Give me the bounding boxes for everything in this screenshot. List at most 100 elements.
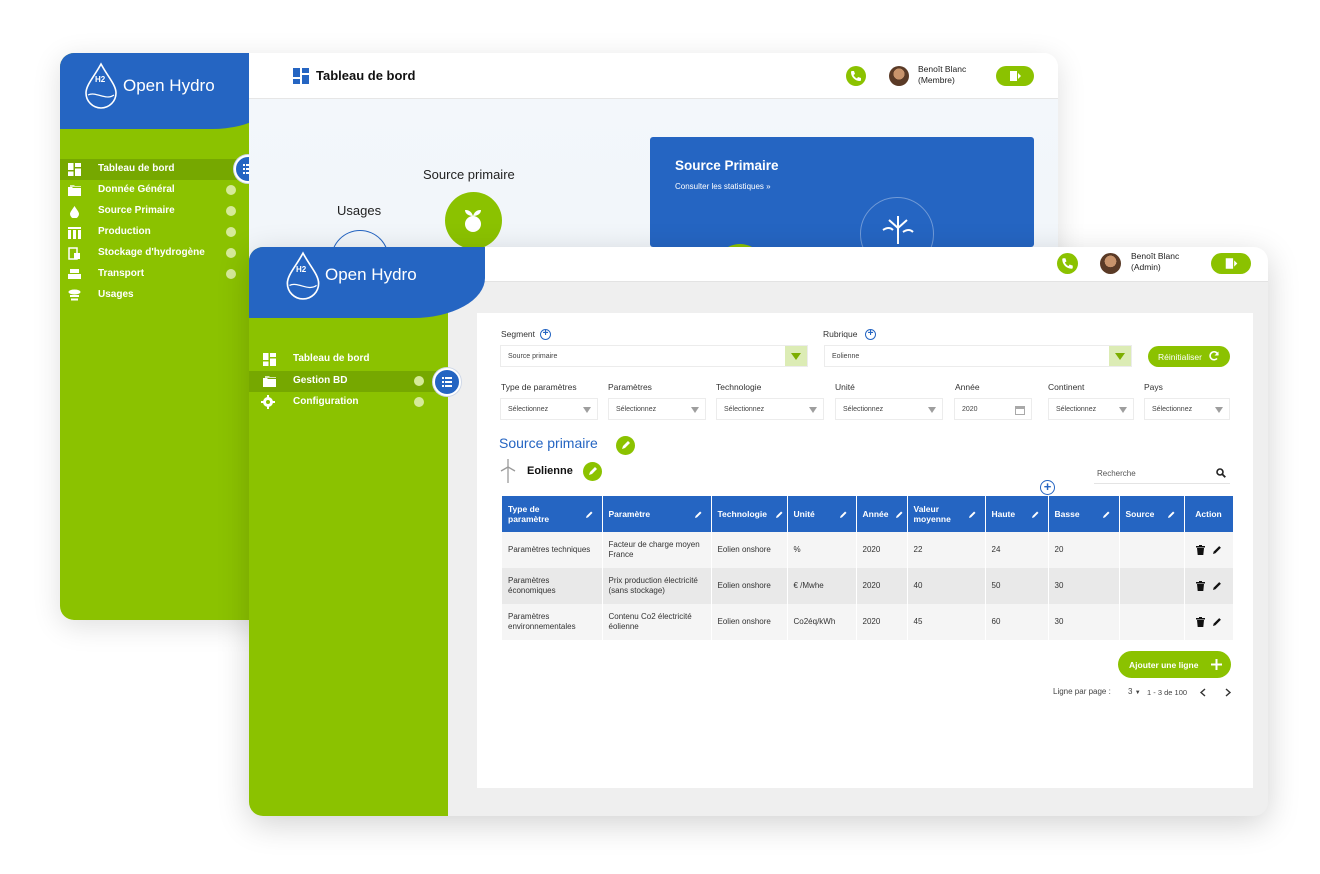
user-name: Benoît Blanc — [1131, 251, 1180, 261]
pencil-icon[interactable] — [1102, 510, 1111, 519]
source-primaire-card[interactable] — [650, 137, 1034, 247]
column-header[interactable]: Type de paramètre — [502, 496, 603, 532]
filter-select-unite[interactable]: Sélectionnez — [835, 398, 943, 420]
logo-badge: H2 — [296, 265, 307, 274]
pencil-icon[interactable] — [1212, 581, 1222, 591]
table-cell: 2020 — [856, 604, 908, 640]
table-cell: Eolien onshore — [711, 568, 788, 604]
sidebar-item-label: Tableau de bord — [98, 163, 175, 174]
table-cell: 20 — [1048, 532, 1120, 568]
add-column-icon[interactable]: + — [1040, 480, 1055, 495]
sidebar-item-source-primaire[interactable]: Source Primaire — [60, 201, 249, 222]
sidebar-item-tableau-de-bord[interactable]: Tableau de bord — [249, 349, 448, 370]
header-label: Action — [1195, 509, 1222, 519]
page-title: Tableau de bord — [316, 68, 416, 83]
segment-select-value: Source primaire — [508, 353, 558, 360]
select-value: Sélectionnez — [1152, 406, 1193, 413]
trash-icon[interactable] — [1195, 617, 1205, 627]
check-icon — [226, 227, 236, 237]
pencil-icon[interactable] — [839, 510, 848, 519]
table-cell: Paramètres environnementales — [502, 604, 603, 640]
stats-link[interactable]: Consulter les statistiques » — [675, 182, 771, 191]
column-header[interactable]: Paramètre — [602, 496, 712, 532]
folders-icon — [263, 376, 276, 387]
pencil-icon[interactable] — [694, 510, 703, 519]
pencil-icon[interactable] — [895, 510, 904, 519]
column-header[interactable]: Haute — [985, 496, 1049, 532]
sidebar-item-label: Configuration — [293, 396, 359, 407]
pencil-icon[interactable] — [585, 510, 594, 519]
column-header[interactable]: Année — [856, 496, 908, 532]
add-segment-icon[interactable]: + — [540, 329, 551, 340]
trash-icon[interactable] — [1195, 581, 1205, 591]
rows-per-page-select[interactable]: 3 ▼ — [1128, 687, 1141, 696]
dropdown-arrow-icon — [785, 346, 807, 366]
column-header[interactable]: Basse — [1048, 496, 1120, 532]
dropdown-arrow-icon — [1215, 407, 1223, 413]
sidebar-item-stockage[interactable]: Stockage d'hydrogène — [60, 243, 249, 264]
card-title: Source Primaire — [675, 158, 779, 173]
column-header[interactable]: Technologie — [711, 496, 788, 532]
filter-select-type[interactable]: Sélectionnez — [500, 398, 598, 420]
segment-label: Segment — [501, 329, 536, 339]
phone-icon — [1062, 258, 1073, 269]
sidebar-toggle-button[interactable] — [433, 368, 461, 396]
sidebar-item-donnee-general[interactable]: Donnée Général — [60, 180, 249, 201]
sidebar-item-usages[interactable]: Usages — [60, 285, 249, 306]
trash-icon[interactable] — [1195, 545, 1205, 555]
filter-select-pays[interactable]: Sélectionnez — [1144, 398, 1230, 420]
reset-button[interactable]: Réinitialiser — [1148, 346, 1230, 367]
chevron-right-icon[interactable] — [1224, 688, 1232, 697]
sidebar-item-configuration[interactable]: Configuration — [249, 392, 448, 413]
pencil-icon[interactable] — [1212, 617, 1222, 627]
caret-down-icon: ▼ — [1134, 690, 1141, 696]
column-header[interactable]: Source — [1119, 496, 1185, 532]
sidebar-item-transport[interactable]: Transport — [60, 264, 249, 285]
action-cell — [1184, 568, 1234, 604]
edit-section-button[interactable] — [616, 436, 635, 455]
select-value: Sélectionnez — [843, 406, 884, 413]
header-label: Paramètre — [608, 509, 651, 519]
refresh-icon — [1209, 351, 1219, 361]
filter-select-parametres[interactable]: Sélectionnez — [608, 398, 706, 420]
segment-select[interactable]: Source primaire — [500, 345, 808, 367]
search-field[interactable]: Recherche — [1094, 462, 1230, 484]
sidebar-item-gestion-bd[interactable]: Gestion BD — [249, 371, 448, 392]
sidebar-item-tableau-de-bord[interactable]: Tableau de bord — [60, 159, 249, 180]
logout-icon — [1225, 258, 1238, 269]
column-header[interactable]: Valeur moyenne — [907, 496, 986, 532]
source-primaire-node[interactable] — [445, 192, 502, 249]
column-header[interactable]: Unité — [787, 496, 857, 532]
check-icon — [226, 269, 236, 279]
header-label: Basse — [1054, 509, 1080, 519]
sidebar-item-label: Tableau de bord — [293, 353, 370, 364]
sidebar-item-production[interactable]: Production — [60, 222, 249, 243]
sidebar-item-label: Stockage d'hydrogène — [98, 247, 205, 258]
pencil-icon[interactable] — [968, 510, 977, 519]
logout-button[interactable] — [1211, 253, 1251, 274]
add-rubrique-icon[interactable]: + — [865, 329, 876, 340]
table-row: Paramètres techniques Facteur de charge … — [502, 532, 1234, 568]
phone-button[interactable] — [1057, 253, 1078, 274]
rows-per-page-value: 3 — [1128, 687, 1133, 696]
pencil-icon[interactable] — [1167, 510, 1176, 519]
pencil-icon[interactable] — [1212, 545, 1222, 555]
edit-subtitle-button[interactable] — [583, 462, 602, 481]
chevron-left-icon[interactable] — [1199, 688, 1207, 697]
filter-select-continent[interactable]: Sélectionnez — [1048, 398, 1134, 420]
phone-button[interactable] — [846, 66, 866, 86]
select-value: Sélectionnez — [1056, 406, 1097, 413]
rubrique-select[interactable]: Eolienne — [824, 345, 1132, 367]
logout-button[interactable] — [996, 66, 1034, 86]
front-window: H2 Open Hydro Tableau de bord Gestion BD… — [249, 247, 1268, 816]
search-placeholder: Recherche — [1097, 469, 1136, 478]
table-cell: 22 — [907, 532, 986, 568]
pencil-icon[interactable] — [775, 510, 784, 519]
add-row-button[interactable]: Ajouter une ligne — [1118, 651, 1231, 678]
dropdown-arrow-icon — [809, 407, 817, 413]
filter-date-annee[interactable]: 2020 — [954, 398, 1032, 420]
check-icon — [414, 376, 424, 386]
filter-select-technologie[interactable]: Sélectionnez — [716, 398, 824, 420]
search-icon — [1216, 468, 1226, 478]
pencil-icon[interactable] — [1031, 510, 1040, 519]
